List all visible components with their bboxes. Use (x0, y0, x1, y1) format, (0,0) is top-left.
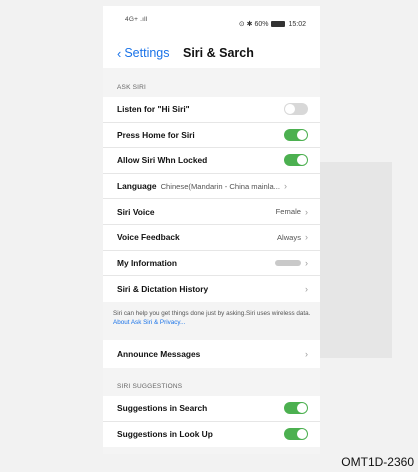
press-home-row[interactable]: Press Home for Siri (103, 123, 320, 149)
footnote-text: Siri can help you get things done just b… (113, 310, 311, 317)
back-button[interactable]: ‹ Settings (117, 46, 170, 60)
suggestions-header: SIRI SUGGESTIONS (117, 383, 183, 390)
status-indicators: ⊙ ✱ 60% (238, 21, 269, 28)
battery-icon (271, 21, 286, 27)
row-label: Siri Voice (117, 206, 155, 217)
signal-text: 4G+ (125, 16, 141, 23)
siri-footnote: Siri can help you get things done just b… (113, 309, 318, 327)
ask-siri-header: ASK SIRI (117, 84, 147, 91)
chevron-right-icon: › (305, 232, 308, 243)
chevron-right-icon: › (284, 181, 288, 192)
row-label: Voice Feedback (117, 232, 180, 243)
suggestions-group: Suggestions in Search Suggestions in Loo… (103, 396, 320, 448)
announce-group: Announce Messages › (103, 340, 320, 368)
navigation-bar: ‹ Settings Siri & Sarch (103, 40, 320, 68)
row-label: My Information (117, 257, 178, 268)
language-row[interactable]: Language Chinese(Mandarin - China mainla… (103, 174, 320, 200)
chevron-right-icon: › (305, 283, 308, 294)
row-label: Language (117, 181, 157, 192)
my-information-row[interactable]: My Information › (103, 251, 320, 277)
status-time: 15:02 (288, 20, 306, 28)
listen-hi-siri-row[interactable]: Listen for "Hi Siri" (103, 97, 320, 123)
row-label: Listen for "Hi Siri" (117, 104, 190, 115)
back-label: Settings (124, 46, 170, 60)
chevron-right-icon: › (305, 349, 308, 359)
language-value: Chinese(Mandarin - China mainla... (160, 181, 281, 191)
voice-feedback-value: Always (276, 232, 301, 242)
listen-hi-siri-toggle[interactable] (284, 103, 308, 116)
suggestions-lookup-toggle[interactable] (284, 428, 308, 441)
press-home-toggle[interactable] (284, 128, 308, 141)
redacted-name (275, 259, 301, 266)
row-label: Siri & Dictation History (117, 283, 209, 294)
chevron-right-icon: › (305, 206, 308, 217)
voice-feedback-row[interactable]: Voice Feedback Always › (103, 225, 320, 251)
row-label: Announce Messages (117, 349, 201, 359)
privacy-link[interactable]: About Ask Siri & Privacy... (113, 319, 185, 326)
suggestions-search-row[interactable]: Suggestions in Search (103, 396, 320, 422)
allow-locked-row[interactable]: Allow Siri Whn Locked (103, 148, 320, 174)
page-title: Siri & Sarch (183, 46, 254, 60)
signal-icon: 4G+ .ıll (125, 16, 147, 23)
ask-siri-group: Listen for "Hi Siri" Press Home for Siri… (103, 97, 320, 302)
status-right: ⊙ ✱ 60% 15:02 (238, 20, 306, 29)
signal-bars-icon: .ıll (140, 16, 148, 23)
row-label: Suggestions in Search (117, 403, 208, 414)
figure-code: OMT1D-2360 (341, 455, 414, 469)
phone-screen: 4G+ .ıll ⊙ ✱ 60% 15:02 ‹ Settings Siri &… (103, 6, 320, 454)
chevron-left-icon: ‹ (117, 45, 122, 61)
suggestions-lookup-row[interactable]: Suggestions in Look Up (103, 422, 320, 448)
siri-voice-row[interactable]: Siri Voice Female › (103, 199, 320, 225)
row-label: Press Home for Siri (117, 129, 195, 140)
announce-messages-row[interactable]: Announce Messages › (103, 340, 320, 368)
background-panel (320, 162, 392, 358)
suggestions-search-toggle[interactable] (284, 402, 308, 415)
row-label: Suggestions in Look Up (117, 429, 213, 440)
allow-locked-toggle[interactable] (284, 154, 308, 167)
siri-voice-value: Female (275, 207, 301, 217)
dictation-history-row[interactable]: Siri & Dictation History › (103, 276, 320, 302)
row-label: Allow Siri Whn Locked (117, 155, 208, 166)
chevron-right-icon: › (305, 257, 308, 268)
